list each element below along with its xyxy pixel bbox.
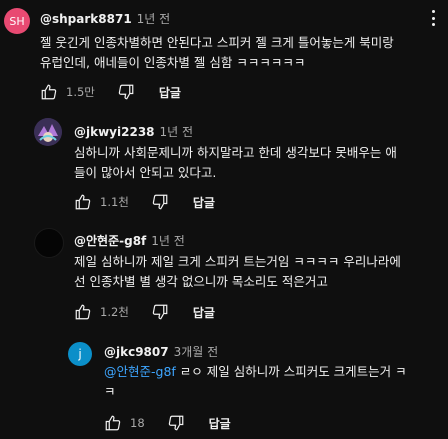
- comment-actions: 18 답글: [104, 411, 231, 435]
- thumbs-up-icon[interactable]: [104, 414, 122, 432]
- thumbs-down-icon[interactable]: [167, 414, 185, 432]
- comment-text: @안현준-g8f ㄹㅇ 제일 심하니까 스피커도 크게트는거 ㅋ ㅋ: [104, 364, 407, 399]
- avatar[interactable]: j: [68, 342, 92, 366]
- avatar[interactable]: SH: [4, 8, 30, 34]
- comment-time[interactable]: 1년 전: [137, 12, 171, 26]
- thumbs-up-icon[interactable]: [74, 303, 92, 321]
- comment-header: @jkc9807 3개월 전: [104, 343, 218, 360]
- like-count: 18: [130, 416, 145, 430]
- comment-header: @jkwyi2238 1년 전: [74, 123, 193, 140]
- author-name[interactable]: @shpark8871: [40, 12, 132, 26]
- avatar[interactable]: [34, 228, 64, 258]
- thumbs-up-icon[interactable]: [74, 193, 92, 211]
- thumbs-down-icon[interactable]: [151, 193, 169, 211]
- comment-text: 젤 웃긴게 인종차별하면 안된다고 스피커 젤 크게 틀어놓는게 북미랑 유럽인…: [40, 35, 394, 70]
- thumbs-up-icon[interactable]: [40, 83, 58, 101]
- reply-button[interactable]: 답글: [159, 84, 181, 101]
- comment-header: @shpark8871 1년 전: [40, 10, 170, 27]
- comment-time[interactable]: 3개월 전: [174, 345, 219, 359]
- thumbs-down-icon[interactable]: [117, 83, 135, 101]
- comment-text: 심하니까 사회문제니까 하지말라고 한데 생각보다 못배우는 애 들이 많아서 …: [74, 145, 397, 180]
- mention-link[interactable]: @안현준-g8f: [104, 364, 176, 379]
- reply-button[interactable]: 답글: [209, 415, 231, 432]
- comment-text: 제일 심하니까 제일 크게 스피커 트는거임 ㅋㅋㅋㅋ 우리나라에 선 인종차별…: [74, 254, 401, 289]
- comment-actions: 1.2천 답글: [74, 300, 215, 324]
- like-count: 1.2천: [100, 305, 129, 319]
- comment-actions: 1.5만 답글: [40, 80, 181, 104]
- author-name[interactable]: @jkc9807: [104, 345, 169, 359]
- reply-button[interactable]: 답글: [193, 194, 215, 211]
- comment-time[interactable]: 1년 전: [151, 234, 185, 248]
- reply-button[interactable]: 답글: [193, 304, 215, 321]
- comment-thread-1: SH @shpark8871 1년 전 젤 웃긴게 인종차별하면 안된다고 스피커…: [0, 0, 448, 110]
- comment-actions: 1.1천 답글: [74, 190, 215, 214]
- avatar-image-icon: [34, 118, 62, 146]
- author-name[interactable]: @안현준-g8f: [74, 234, 146, 248]
- avatar[interactable]: [34, 118, 62, 146]
- author-name[interactable]: @jkwyi2238: [74, 125, 155, 139]
- like-count: 1.1천: [100, 195, 129, 209]
- like-count: 1.5만: [66, 85, 95, 99]
- comment-header: @안현준-g8f 1년 전: [74, 232, 185, 249]
- comment-thread-2: @jkwyi2238 1년 전 심하니까 사회문제니까 하지말라고 한데 생각보다…: [0, 110, 448, 220]
- comment-thread-3: @안현준-g8f 1년 전 제일 심하니까 제일 크게 스피커 트는거임 ㅋㅋㅋㅋ…: [0, 220, 448, 330]
- comment-thread-4: j @jkc9807 3개월 전 @안현준-g8f ㄹㅇ 제일 심하니까 스피커도…: [0, 330, 448, 439]
- comment-time[interactable]: 1년 전: [160, 125, 194, 139]
- more-options-icon[interactable]: [432, 10, 436, 26]
- thumbs-down-icon[interactable]: [151, 303, 169, 321]
